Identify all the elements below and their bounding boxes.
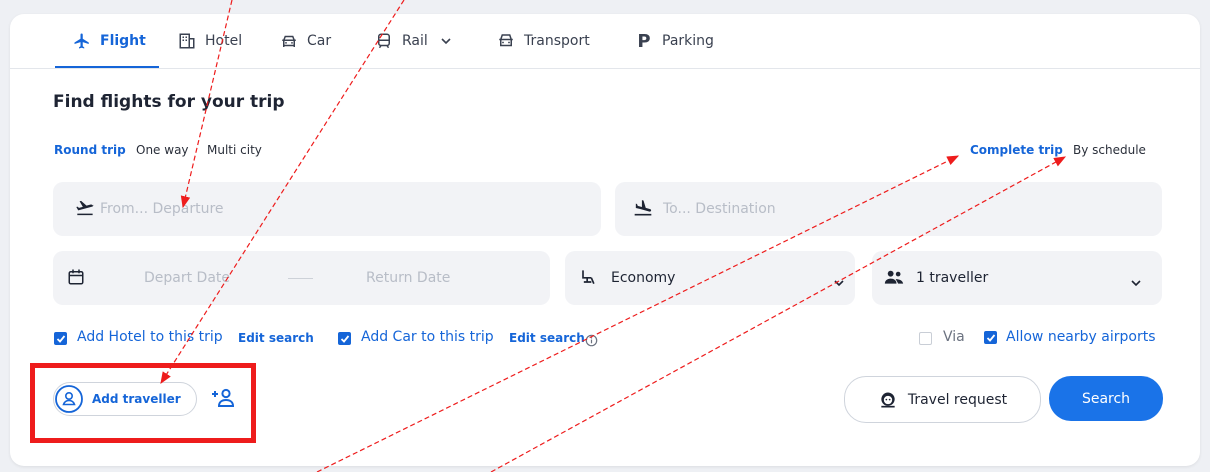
info-icon[interactable] [585,332,598,351]
to-input[interactable]: To... Destination [663,201,776,217]
parking-icon: P [637,30,651,52]
tab-bar: Flight Hotel Car Rail Transport P Parkin… [10,14,1200,69]
add-hotel-checkbox[interactable] [54,332,67,345]
return-date-input[interactable]: Return Date [366,270,450,286]
via-checkbox[interactable] [919,332,932,345]
seat-icon [578,267,598,291]
tab-transport[interactable]: Transport [496,14,590,68]
plane-icon [72,31,92,51]
search-button-label: Search [1081,390,1131,407]
add-hotel-label[interactable]: Add Hotel to this trip [77,329,223,345]
edit-hotel-search-link[interactable]: Edit search [238,331,314,345]
tab-parking[interactable]: P Parking [634,14,714,68]
travel-request-label: Travel request [907,391,1008,408]
train-icon [374,31,394,51]
trip-type-multi-city[interactable]: Multi city [207,143,262,157]
cabin-class-value: Economy [611,270,676,286]
edit-car-search-link[interactable]: Edit search [509,331,585,345]
to-field[interactable]: To... Destination [615,182,1162,236]
date-field[interactable]: Depart Date Return Date [53,251,550,305]
depart-date-input[interactable]: Depart Date [144,270,230,286]
chevron-down-icon [436,31,456,51]
departure-icon [75,199,95,223]
chevron-down-icon [833,274,845,293]
via-label[interactable]: Via [943,329,965,345]
from-input[interactable]: From... Departure [100,201,224,217]
tab-label: Rail [402,33,428,49]
page-title: Find flights for your trip [53,92,285,112]
calendar-icon [67,268,85,290]
tab-label: Parking [662,33,714,49]
travellers-value: 1 traveller [916,270,989,286]
highlight-box [30,363,256,443]
tab-label: Flight [100,33,146,49]
add-car-label[interactable]: Add Car to this trip [361,329,494,345]
building-icon [177,31,197,51]
add-car-checkbox[interactable] [338,332,351,345]
mode-by-schedule[interactable]: By schedule [1073,143,1146,157]
agent-icon [878,390,898,410]
date-separator [288,278,313,279]
nearby-airports-checkbox[interactable] [984,331,997,344]
trip-type-round-trip[interactable]: Round trip [54,143,126,157]
nearby-airports-label[interactable]: Allow nearby airports [1006,329,1155,345]
tab-label: Transport [524,33,590,49]
people-icon [884,268,904,290]
tab-rail[interactable]: Rail [374,14,456,68]
cabin-class-select[interactable]: Economy [565,251,855,305]
mode-complete-trip[interactable]: Complete trip [970,143,1063,157]
bus-icon [496,31,516,51]
tab-car[interactable]: Car [279,14,331,68]
tab-label: Car [307,33,332,49]
travel-request-button[interactable]: Travel request [844,376,1041,423]
car-icon [279,31,299,51]
search-button[interactable]: Search [1049,376,1163,421]
trip-type-one-way[interactable]: One way [136,143,189,157]
active-tab-indicator [55,66,159,68]
tab-hotel[interactable]: Hotel [177,14,242,68]
tab-flight[interactable]: Flight [72,14,146,68]
chevron-down-icon [1130,274,1142,293]
arrival-icon [633,198,653,222]
tab-label: Hotel [205,33,243,49]
from-field[interactable]: From... Departure [53,182,601,236]
travellers-select[interactable]: 1 traveller [872,251,1162,305]
